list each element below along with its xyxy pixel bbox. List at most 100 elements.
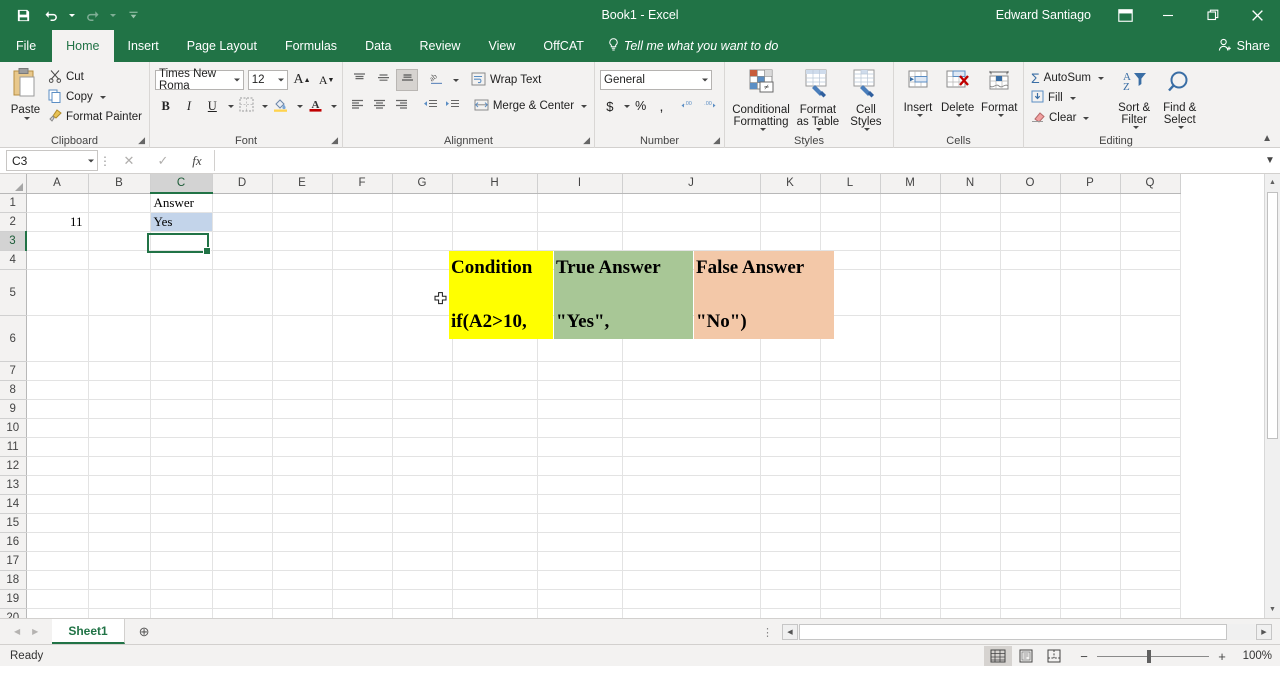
cell-e10[interactable] (272, 418, 333, 438)
undo-dropdown-icon[interactable] (66, 3, 77, 27)
cell-j16[interactable] (622, 532, 761, 552)
cell-e15[interactable] (272, 513, 333, 533)
cell-l10[interactable] (820, 418, 881, 438)
font-size-caret-icon[interactable] (277, 78, 284, 82)
number-dialog-launcher[interactable]: ◢ (713, 135, 720, 146)
row-header-1[interactable]: 1 (0, 193, 27, 213)
cell-k8[interactable] (760, 380, 821, 400)
cell-b17[interactable] (88, 551, 151, 571)
tab-page-layout[interactable]: Page Layout (173, 30, 271, 62)
cell-j15[interactable] (622, 513, 761, 533)
cell-i17[interactable] (537, 551, 623, 571)
clear-dropdown-icon[interactable] (1083, 116, 1090, 120)
cell-a5[interactable] (26, 269, 89, 316)
merge-center-button[interactable]: Merge & Center (472, 96, 589, 116)
cell-n17[interactable] (940, 551, 1001, 571)
alignment-dialog-launcher[interactable]: ◢ (583, 135, 590, 146)
fill-dropdown-icon[interactable] (1069, 96, 1076, 100)
column-header-h[interactable]: H (452, 174, 538, 194)
cell-q18[interactable] (1120, 570, 1181, 590)
merge-center-dropdown-icon[interactable] (581, 104, 588, 108)
cell-l11[interactable] (820, 437, 881, 457)
wrap-text-button[interactable]: Wrap Text (469, 70, 543, 90)
cell-b15[interactable] (88, 513, 151, 533)
italic-button[interactable]: I (178, 95, 199, 117)
cell-o14[interactable] (1000, 494, 1061, 514)
cell-g1[interactable] (392, 193, 453, 213)
cell-j1[interactable] (622, 193, 761, 213)
row-header-11[interactable]: 11 (0, 437, 27, 457)
row-header-19[interactable]: 19 (0, 589, 27, 609)
cell-q2[interactable] (1120, 212, 1181, 232)
cell-k15[interactable] (760, 513, 821, 533)
cell-p10[interactable] (1060, 418, 1121, 438)
save-icon[interactable] (10, 3, 36, 27)
borders-button[interactable] (236, 95, 257, 117)
cell-p2[interactable] (1060, 212, 1121, 232)
cell-o3[interactable] (1000, 231, 1061, 251)
cell-b11[interactable] (88, 437, 151, 457)
cell-k14[interactable] (760, 494, 821, 514)
cell-n19[interactable] (940, 589, 1001, 609)
cell-c7[interactable] (150, 361, 213, 381)
cell-j8[interactable] (622, 380, 761, 400)
zoom-slider-track[interactable] (1097, 649, 1209, 663)
increase-decimal-button[interactable]: .00 (678, 95, 698, 117)
row-header-10[interactable]: 10 (0, 418, 27, 438)
cell-b1[interactable] (88, 193, 151, 213)
cell-q14[interactable] (1120, 494, 1181, 514)
cell-d5[interactable] (212, 269, 273, 316)
cell-p3[interactable] (1060, 231, 1121, 251)
undo-icon[interactable] (38, 3, 64, 27)
cell-j11[interactable] (622, 437, 761, 457)
cell-g9[interactable] (392, 399, 453, 419)
cell-c4[interactable] (150, 250, 213, 270)
next-sheet-icon[interactable]: ▶ (32, 627, 38, 636)
cell-p15[interactable] (1060, 513, 1121, 533)
cell-a11[interactable] (26, 437, 89, 457)
cell-k11[interactable] (760, 437, 821, 457)
autosum-button[interactable]: Σ AutoSum (1029, 68, 1112, 88)
cell-j17[interactable] (622, 551, 761, 571)
cell-a19[interactable] (26, 589, 89, 609)
cell-j19[interactable] (622, 589, 761, 609)
cell-e3[interactable] (272, 231, 333, 251)
cell-i15[interactable] (537, 513, 623, 533)
cell-a20[interactable] (26, 608, 89, 618)
cell-g12[interactable] (392, 456, 453, 476)
percent-button[interactable]: % (631, 95, 651, 117)
cell-p14[interactable] (1060, 494, 1121, 514)
cell-c11[interactable] (150, 437, 213, 457)
cell-c18[interactable] (150, 570, 213, 590)
cell-c12[interactable] (150, 456, 213, 476)
cell-k3[interactable] (760, 231, 821, 251)
decrease-font-size-button[interactable]: A ▼ (316, 69, 337, 91)
column-header-p[interactable]: P (1060, 174, 1121, 194)
column-header-c[interactable]: C (150, 174, 213, 194)
row-header-6[interactable]: 6 (0, 315, 27, 362)
column-header-j[interactable]: J (622, 174, 761, 194)
cell-l3[interactable] (820, 231, 881, 251)
cell-q13[interactable] (1120, 475, 1181, 495)
tell-me-search[interactable]: Tell me what you want to do (598, 30, 789, 62)
customize-qat-icon[interactable] (120, 3, 146, 27)
cell-d10[interactable] (212, 418, 273, 438)
cell-c20[interactable] (150, 608, 213, 618)
cell-o17[interactable] (1000, 551, 1061, 571)
cell-i2[interactable] (537, 212, 623, 232)
cell-g6[interactable] (392, 315, 453, 362)
column-header-g[interactable]: G (392, 174, 453, 194)
cell-q16[interactable] (1120, 532, 1181, 552)
horizontal-scrollbar[interactable]: ◀ ▶ (782, 623, 1272, 641)
cell-c19[interactable] (150, 589, 213, 609)
cell-b19[interactable] (88, 589, 151, 609)
zoom-in-button[interactable]: + (1216, 649, 1228, 664)
cell-k12[interactable] (760, 456, 821, 476)
cell-h14[interactable] (452, 494, 538, 514)
cell-n3[interactable] (940, 231, 1001, 251)
font-dialog-launcher[interactable]: ◢ (331, 135, 338, 146)
scroll-down-icon[interactable]: ▼ (1265, 601, 1280, 618)
cell-p4[interactable] (1060, 250, 1121, 270)
cell-h7[interactable] (452, 361, 538, 381)
cell-m16[interactable] (880, 532, 941, 552)
